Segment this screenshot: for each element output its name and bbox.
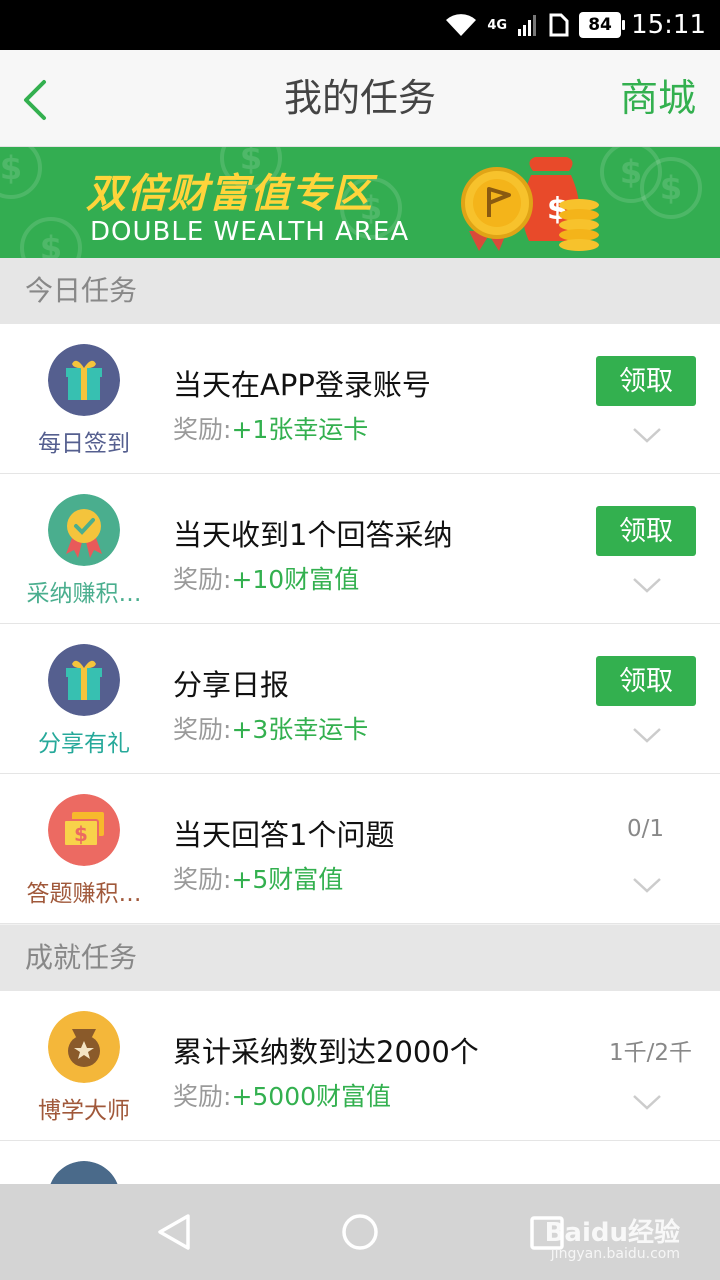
reward-label: 奖励: xyxy=(173,565,232,594)
chevron-down-icon[interactable] xyxy=(632,1093,662,1111)
nav-home-icon[interactable] xyxy=(338,1210,382,1254)
task-row[interactable]: 博学大师 累计采纳数到达2000个 奖励:+5000财富值 1千/2千 xyxy=(0,991,720,1141)
claim-button[interactable]: 领取 xyxy=(596,506,696,556)
reward-value: +1张幸运卡 xyxy=(231,415,369,444)
task-name: 累计采纳数到达2000个 xyxy=(173,1035,479,1069)
reward-value: +10财富值 xyxy=(231,565,360,594)
task-reward: 奖励:+5000财富值 xyxy=(173,1077,391,1113)
task-row[interactable]: 每日签到 当天在APP登录账号 奖励:+1张幸运卡 领取 xyxy=(0,324,720,474)
chevron-down-icon[interactable] xyxy=(632,726,662,744)
task-name: 分享日报 xyxy=(173,668,290,702)
baidu-watermark: Baidu经验 xyxy=(544,1218,680,1248)
page-title: 我的任务 xyxy=(283,76,436,120)
reward-label: 奖励: xyxy=(173,1082,232,1111)
task-tag: 博学大师 xyxy=(38,1098,130,1124)
task-progress: 1千/2千 xyxy=(608,1040,692,1066)
wifi-icon xyxy=(446,14,477,37)
double-wealth-banner[interactable]: $ $ $ $ $ $ 双倍财富值专区 DOUBLE WEALTH AREA $ xyxy=(0,147,720,258)
coin-pattern-icon: $ xyxy=(640,157,702,219)
chevron-down-icon[interactable] xyxy=(632,426,662,444)
app-header: 我的任务 商城 xyxy=(0,50,720,147)
task-name: 当天回答1个问题 xyxy=(173,818,395,852)
task-tag: 分享有礼 xyxy=(38,731,130,757)
badge-check-icon xyxy=(48,494,120,566)
task-row[interactable]: $ 答题赚积… 当天回答1个问题 奖励:+5财富值 0/1 xyxy=(0,774,720,924)
sim-icon xyxy=(549,13,569,37)
task-progress: 0/1 xyxy=(626,816,664,842)
signal-icon xyxy=(518,15,537,36)
reward-label: 奖励: xyxy=(173,715,232,744)
task-reward: 奖励:+1张幸运卡 xyxy=(173,410,368,446)
medal-icon xyxy=(48,1011,120,1083)
coin-pattern-icon: $ xyxy=(0,147,42,199)
task-row[interactable]: 分享有礼 分享日报 奖励:+3张幸运卡 领取 xyxy=(0,624,720,774)
reward-label: 奖励: xyxy=(173,865,232,894)
gift-icon xyxy=(48,644,120,716)
reward-value: +5000财富值 xyxy=(231,1082,392,1111)
chevron-down-icon[interactable] xyxy=(632,576,662,594)
nav-back-icon[interactable] xyxy=(152,1210,196,1254)
reward-value: +5财富值 xyxy=(231,865,344,894)
task-reward: 奖励:+3张幸运卡 xyxy=(173,710,368,746)
reward-value: +3张幸运卡 xyxy=(231,715,369,744)
mall-link[interactable]: 商城 xyxy=(620,50,696,147)
section-today-label: 今日任务 xyxy=(0,258,720,324)
status-bar: 4G 84 15:11 xyxy=(0,0,720,50)
claim-button[interactable]: 领取 xyxy=(596,356,696,406)
coin-pattern-icon: $ xyxy=(20,217,82,258)
screen: 4G 84 15:11 我的任务 商城 $ $ $ $ $ $ 双倍财富值专区 … xyxy=(0,0,720,1280)
task-row[interactable]: 采纳赚积… 当天收到1个回答采纳 奖励:+10财富值 领取 xyxy=(0,474,720,624)
chevron-down-icon[interactable] xyxy=(632,876,662,894)
battery-indicator: 84 xyxy=(579,12,626,38)
gift-icon xyxy=(48,344,120,416)
task-reward: 奖励:+10财富值 xyxy=(173,560,359,596)
task-tag: 答题赚积… xyxy=(26,881,142,907)
reward-label: 奖励: xyxy=(173,415,232,444)
task-name: 当天收到1个回答采纳 xyxy=(173,518,453,552)
money-bag-icon: $ xyxy=(461,157,599,251)
claim-button[interactable]: 领取 xyxy=(596,656,696,706)
section-achievements-label: 成就任务 xyxy=(0,925,720,991)
task-reward: 奖励:+5财富值 xyxy=(173,860,343,896)
network-type: 4G xyxy=(487,17,508,33)
clock: 15:11 xyxy=(631,10,706,40)
task-tag: 采纳赚积… xyxy=(26,581,142,607)
baidu-watermark-url: jingyan.baidu.com xyxy=(550,1246,680,1262)
system-nav-bar: Baidu经验 jingyan.baidu.com xyxy=(0,1184,720,1280)
task-name: 当天在APP登录账号 xyxy=(173,368,431,402)
banner-title: 双倍财富值专区 xyxy=(86,171,373,217)
banner-subtitle: DOUBLE WEALTH AREA xyxy=(90,217,410,247)
money-bill-icon: $ xyxy=(48,794,120,866)
task-tag: 每日签到 xyxy=(38,431,130,457)
svg-text:$: $ xyxy=(74,822,88,846)
